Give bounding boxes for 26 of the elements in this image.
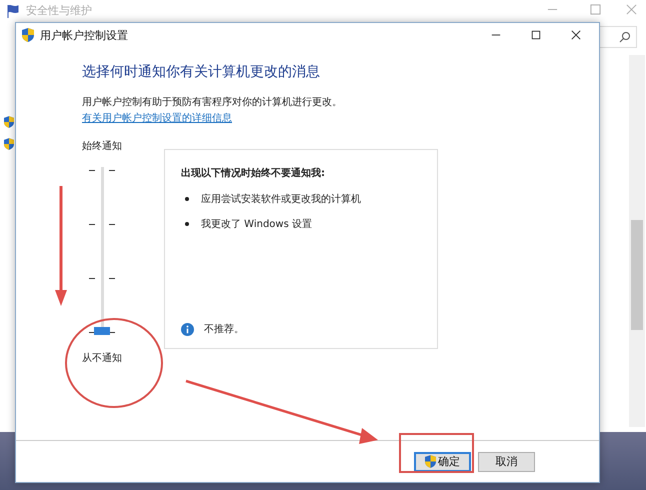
maximize-button[interactable] bbox=[531, 30, 541, 40]
bullet-icon bbox=[185, 197, 189, 201]
ok-button[interactable]: 确定 bbox=[414, 452, 471, 472]
shield-icon bbox=[4, 116, 14, 128]
slider-thumb[interactable] bbox=[94, 327, 110, 335]
description-text: 用户帐户控制有助于预防有害程序对你的计算机进行更改。 bbox=[82, 96, 343, 109]
bullet-text: 我更改了 Windows 设置 bbox=[201, 218, 312, 231]
slider-bottom-label: 从不通知 bbox=[82, 352, 122, 365]
shield-icon bbox=[4, 138, 14, 150]
bullet-icon bbox=[185, 222, 189, 226]
close-button[interactable] bbox=[571, 30, 581, 40]
window-title: 安全性与维护 bbox=[26, 3, 92, 18]
panel-heading: 出现以下情况时始终不要通知我: bbox=[181, 166, 326, 180]
note-text: 不推荐。 bbox=[204, 322, 244, 336]
window-title: 用户帐户控制设置 bbox=[40, 28, 128, 42]
slider-top-label: 始终通知 bbox=[82, 140, 122, 153]
info-icon bbox=[181, 322, 194, 336]
shield-icon bbox=[22, 28, 34, 42]
cancel-button[interactable]: 取消 bbox=[478, 452, 535, 472]
shield-icon bbox=[425, 455, 436, 468]
bullet-text: 应用尝试安装软件或更改我的计算机 bbox=[201, 192, 361, 206]
search-icon bbox=[619, 31, 631, 43]
details-link[interactable]: 有关用户帐户控制设置的详细信息 bbox=[82, 111, 232, 125]
dialog-heading: 选择何时通知你有关计算机更改的消息 bbox=[82, 63, 321, 81]
scrollbar[interactable] bbox=[629, 55, 645, 427]
flag-icon bbox=[6, 4, 20, 18]
